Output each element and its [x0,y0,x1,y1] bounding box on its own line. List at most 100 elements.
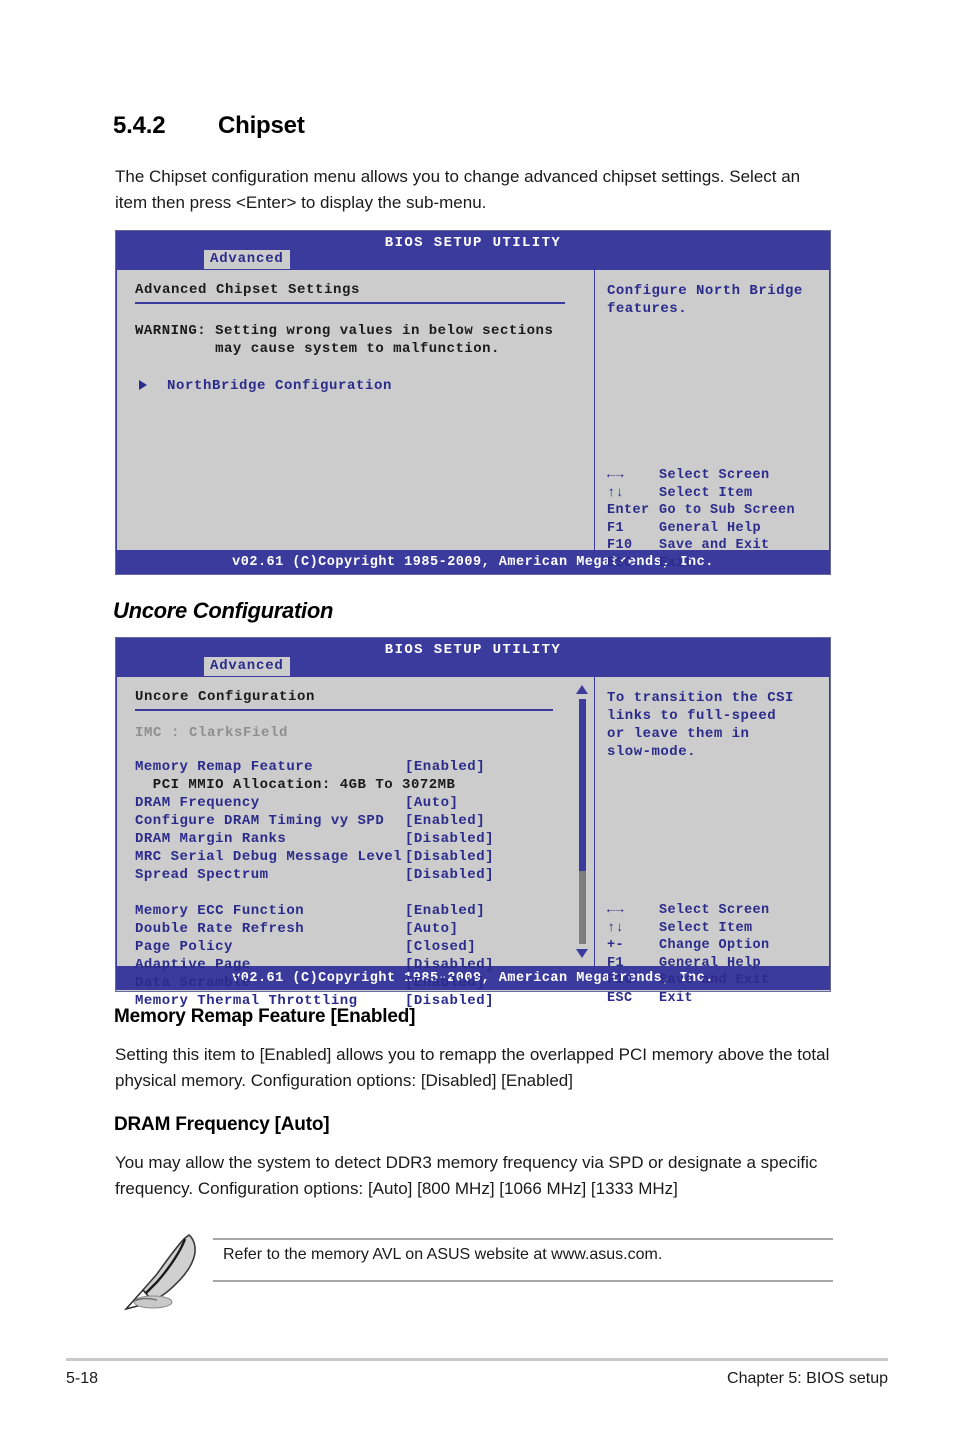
bios2-title-bar: BIOS SETUP UTILITY Advanced [116,638,830,676]
key-legend-description: Go to Sub Screen [659,503,796,518]
key-legend-row: F1 General Help [607,521,817,539]
note-divider-bottom [213,1280,833,1282]
manual-page: 5.4.2 Chipset The Chipset configuration m… [0,0,954,1438]
key-legend-description: Save and Exit [659,973,770,988]
footer-page-number: 5-18 [66,1370,99,1387]
bios-option-label: Page Policy [135,939,233,955]
option-spacer [135,885,565,903]
bios-screen-uncore: BIOS SETUP UTILITY Advanced Uncore Confi… [115,637,831,1009]
key-legend-row: +- Change Option [607,938,817,956]
bios-option-value[interactable]: [Enabled] [405,759,485,775]
key-legend-description: General Help [659,955,762,971]
note-text: Refer to the memory AVL on ASUS website … [223,1246,663,1263]
bios-option-label: DRAM Margin Ranks [135,831,287,847]
bios-option-label: Double Rate Refresh [135,921,305,937]
bios-option-value[interactable]: [Auto] [405,795,458,811]
bios2-help-panel: To transition the CSI links to full-spee… [594,676,830,1006]
key-legend-key: +- [607,938,625,953]
bios-option-row: PCI MMIO Allocation: 4GB To 3072MB [135,777,565,795]
bios2-tab-advanced[interactable]: Advanced [204,657,290,676]
bios2-option-list: Memory Remap Feature [Enabled] PCI MMIO A… [135,759,565,1011]
bios-option-row[interactable]: Data Scramble [Enabled] [135,975,565,993]
bios2-scrollbar[interactable] [576,685,588,958]
bios2-help-text: To transition the CSI links to full-spee… [607,690,794,760]
scrollbar-track[interactable] [579,699,586,944]
bios1-title: BIOS SETUP UTILITY [384,235,562,251]
bios-option-value[interactable]: [Closed] [405,939,476,955]
bios-option-row[interactable]: Adaptive Page [Disabled] [135,957,565,975]
key-legend-row: Enter Go to Sub Screen [607,503,817,521]
page-title: 5.4.2 Chipset [113,112,305,140]
bios1-body: Advanced Chipset Settings WARNING: Setti… [116,269,830,571]
bios-option-label: MRC Serial Debug Message Level [135,849,403,865]
key-legend-description: Select Screen [659,468,770,483]
bios1-tab-advanced[interactable]: Advanced [204,250,290,269]
bios-option-value[interactable]: [Enabled] [405,813,485,829]
bios1-help-text: Configure North Bridge features. [607,283,803,317]
bios-option-label: Spread Spectrum [135,867,269,883]
key-legend-key: ↑↓ [607,485,625,501]
key-legend-description: Select Item [659,920,753,936]
bios2-imc-line: IMC : ClarksField [135,725,289,741]
note-divider-top [213,1238,833,1240]
key-legend-key: ↑↓ [607,920,625,936]
bios-option-value[interactable]: [Disabled] [405,993,494,1009]
bios1-submenu-label: NorthBridge Configuration [167,378,393,394]
bios-option-row[interactable]: Spread Spectrum [Disabled] [135,867,565,885]
bios-option-value[interactable]: [Disabled] [405,867,494,883]
scroll-down-arrow-icon[interactable] [576,949,588,958]
intro-paragraph: The Chipset configuration menu allows yo… [115,167,801,212]
bios1-key-legend: ←→ Select Screen ↑↓ Select Item Enter Go to S… [607,468,817,573]
key-legend-key: F1 [607,520,625,536]
key-legend-row: ↑↓ Select Item [607,921,817,939]
bios-option-value[interactable]: [Disabled] [405,957,494,973]
bios1-settings-panel: Advanced Chipset Settings WARNING: Setti… [116,269,594,551]
bios-option-label: PCI MMIO Allocation: 4GB To 3072MB [135,777,456,793]
bios-option-value[interactable]: [Disabled] [405,831,494,847]
bios2-key-legend: ←→ Select Screen ↑↓ Select Item +- Change Opt… [607,903,817,1008]
bios-option-value[interactable]: [Enabled] [405,975,485,991]
bios-option-label: Adaptive Page [135,957,251,973]
bios-screen-chipset: BIOS SETUP UTILITY Advanced Advanced Chi… [115,230,831,575]
key-legend-row: ←→ Select Screen [607,468,817,486]
bios-option-row[interactable]: Configure DRAM Timing vy SPD [Enabled] [135,813,565,831]
key-legend-description: Select Item [659,485,753,501]
item-heading-memory-remap: Memory Remap Feature [Enabled] [114,1006,416,1027]
scrollbar-thumb[interactable] [579,699,586,871]
scroll-up-arrow-icon[interactable] [576,685,588,694]
bios-option-label: Configure DRAM Timing vy SPD [135,813,385,829]
bios1-title-bar: BIOS SETUP UTILITY Advanced [116,231,830,269]
section-title: Chipset [218,112,305,139]
bios-option-row[interactable]: Double Rate Refresh [Auto] [135,921,565,939]
key-legend-key: F1 [607,955,625,971]
bios1-warning-text: WARNING: Setting wrong values in below s… [135,323,554,357]
key-legend-key: ←→ [607,903,625,918]
key-legend-row: F1 General Help [607,956,817,974]
footer-chapter: Chapter 5: BIOS setup [727,1370,888,1387]
key-legend-row: ↑↓ Select Item [607,486,817,504]
bios-option-row[interactable]: Memory ECC Function [Enabled] [135,903,565,921]
bios-option-row[interactable]: Page Policy [Closed] [135,939,565,957]
item-body-dram-frequency: You may allow the system to detect DDR3 … [115,1153,818,1198]
key-legend-description: Exit [659,555,694,571]
bios-option-value[interactable]: [Enabled] [405,903,485,919]
bios-option-row[interactable]: Memory Remap Feature [Enabled] [135,759,565,777]
bios-option-row[interactable]: DRAM Margin Ranks [Disabled] [135,831,565,849]
section-number: 5.4.2 [113,112,166,139]
bios-option-value[interactable]: [Disabled] [405,849,494,865]
bios-option-row[interactable]: MRC Serial Debug Message Level [Disabled] [135,849,565,867]
bios2-title: BIOS SETUP UTILITY [384,642,562,658]
bios-option-row[interactable]: DRAM Frequency [Auto] [135,795,565,813]
bios-option-label: Memory ECC Function [135,903,305,919]
bios-option-value[interactable]: [Auto] [405,921,458,937]
key-legend-row: ESC Exit [607,556,817,574]
key-legend-row: F10 Save and Exit [607,538,817,556]
key-legend-description: Save and Exit [659,538,770,553]
key-legend-key: ←→ [607,468,625,483]
bios1-panel-title: Advanced Chipset Settings [135,282,361,298]
bios-option-label: Data Scramble [135,975,251,991]
triangle-right-icon [139,380,147,390]
key-legend-row: ESC Exit [607,991,817,1009]
key-legend-description: General Help [659,520,762,536]
key-legend-key: ESC [607,990,633,1006]
